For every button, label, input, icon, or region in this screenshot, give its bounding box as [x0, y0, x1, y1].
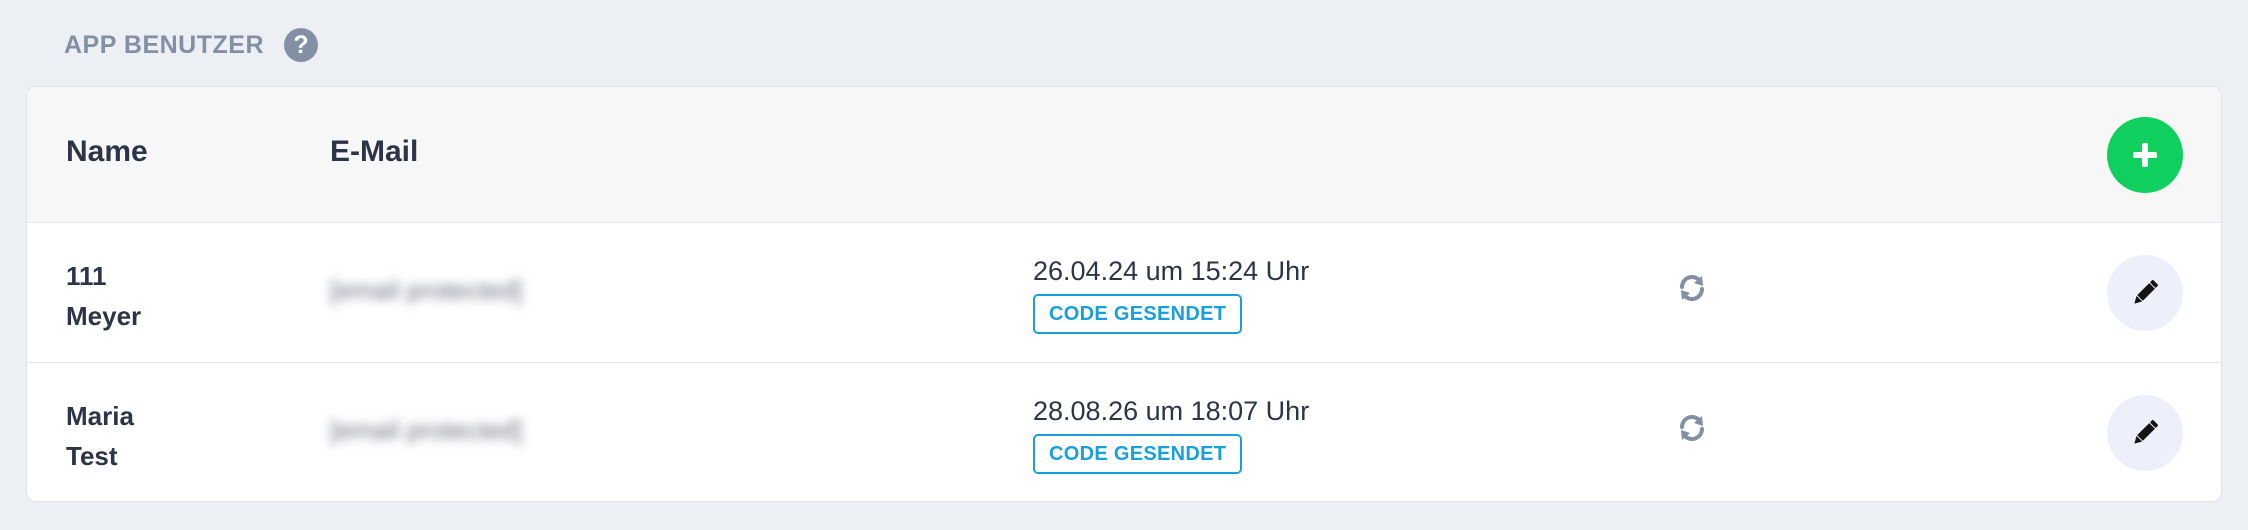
column-header-name[interactable]: Name — [66, 135, 148, 169]
code-sent-date: 28.08.26 um 18:07 Uhr — [1033, 396, 1310, 426]
section-header: APP BENUTZER ? — [64, 26, 319, 64]
user-last-name: Meyer — [66, 301, 142, 331]
table-row: 111 Meyer [email protected] 26.04.24 um … — [27, 223, 2221, 363]
refresh-icon — [1680, 275, 1704, 301]
status-badge: CODE GESENDET — [1033, 434, 1243, 474]
resend-code-button[interactable] — [1675, 271, 1709, 305]
resend-code-button[interactable] — [1675, 411, 1709, 445]
user-email: [email protected] — [330, 415, 523, 445]
question-circle-icon[interactable]: ? — [284, 28, 319, 62]
table-header: Name E-Mail — [27, 87, 2221, 223]
table-row: Maria Test [email protected] 28.08.26 um… — [27, 363, 2221, 501]
user-email: [email protected] — [330, 275, 523, 305]
edit-user-button[interactable] — [2107, 255, 2183, 331]
user-name: Maria Test — [66, 396, 134, 476]
column-header-email[interactable]: E-Mail — [330, 135, 418, 169]
section-title: APP BENUTZER — [64, 30, 265, 59]
pencil-icon — [2134, 279, 2159, 304]
add-user-button[interactable] — [2107, 117, 2183, 193]
refresh-icon — [1680, 415, 1704, 441]
edit-user-button[interactable] — [2107, 395, 2183, 471]
users-table-card: Name E-Mail 111 Meyer [email protected] … — [26, 86, 2222, 502]
user-name: 111 Meyer — [66, 256, 141, 336]
user-last-name: Test — [66, 441, 118, 471]
pencil-icon — [2134, 419, 2159, 444]
user-first-name: 111 — [66, 261, 107, 291]
user-first-name: Maria — [66, 401, 134, 431]
code-sent-date: 26.04.24 um 15:24 Uhr — [1033, 256, 1310, 286]
plus-icon — [2133, 143, 2157, 167]
status-badge: CODE GESENDET — [1033, 294, 1243, 334]
